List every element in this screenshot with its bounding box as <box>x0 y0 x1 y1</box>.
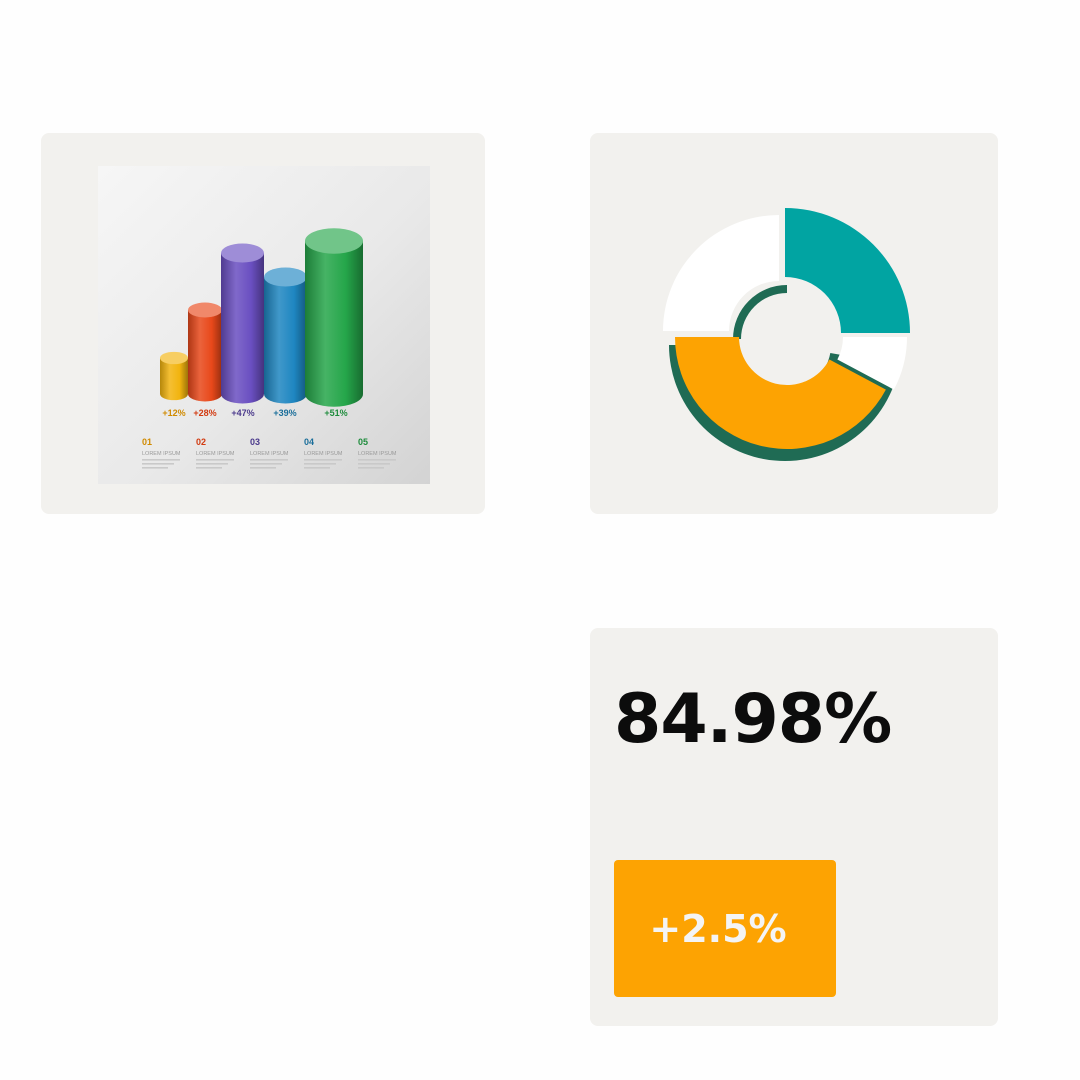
placeholder-line <box>304 467 330 469</box>
item-number: 02 <box>196 437 206 447</box>
placeholder-line <box>142 467 168 469</box>
bar-cylinder-01 <box>160 351 188 401</box>
placeholder-line <box>196 467 222 469</box>
stat-card: 84.98% +2.5% <box>590 628 998 1026</box>
bar-value-label: +47% <box>231 408 254 418</box>
item-caption: LOREM IPSUM <box>358 451 397 457</box>
placeholder-line <box>358 463 390 465</box>
bar-value-label: +28% <box>193 408 216 418</box>
placeholder-line <box>196 459 234 461</box>
donut-segment <box>663 215 779 331</box>
change-value: +2.5% <box>649 906 787 951</box>
bar-value-label: +39% <box>273 408 296 418</box>
item-caption: LOREM IPSUM <box>250 451 289 457</box>
item-caption: LOREM IPSUM <box>304 451 343 457</box>
placeholder-line <box>142 463 174 465</box>
item-caption: LOREM IPSUM <box>142 451 181 457</box>
placeholder-line <box>358 459 396 461</box>
placeholder-line <box>196 463 228 465</box>
bar-infographic-chart: +12% +28% +47% +39% +51% 01 LOREM IPSUM 02 LOREM… <box>142 228 397 469</box>
donut-chart <box>663 208 910 461</box>
item-number: 03 <box>250 437 260 447</box>
item-number: 05 <box>358 437 368 447</box>
placeholder-line <box>142 459 180 461</box>
donut-segment <box>785 208 910 333</box>
bar-value-label: +51% <box>324 408 347 418</box>
bar-cylinder-02 <box>188 302 222 402</box>
item-caption: LOREM IPSUM <box>196 451 235 457</box>
bar-cylinder-03 <box>221 243 264 404</box>
bar-cylinder-04 <box>264 267 307 404</box>
bar-chart-card: +12% +28% +47% +39% +51% 01 LOREM IPSUM 02 LOREM… <box>41 133 485 514</box>
bar-value-label: +12% <box>162 408 185 418</box>
item-number: 04 <box>304 437 314 447</box>
item-number: 01 <box>142 437 152 447</box>
placeholder-line <box>250 459 288 461</box>
donut-chart-card <box>590 133 998 514</box>
placeholder-line <box>304 459 342 461</box>
bar-cylinder-05 <box>305 228 363 407</box>
stat-value: 84.98% <box>614 680 892 759</box>
placeholder-line <box>358 467 384 469</box>
placeholder-line <box>250 467 276 469</box>
placeholder-line <box>250 463 282 465</box>
placeholder-line <box>304 463 336 465</box>
change-badge: +2.5% <box>614 860 836 997</box>
bar-infographic-panel: +12% +28% +47% +39% +51% 01 LOREM IPSUM 02 LOREM… <box>98 166 430 484</box>
